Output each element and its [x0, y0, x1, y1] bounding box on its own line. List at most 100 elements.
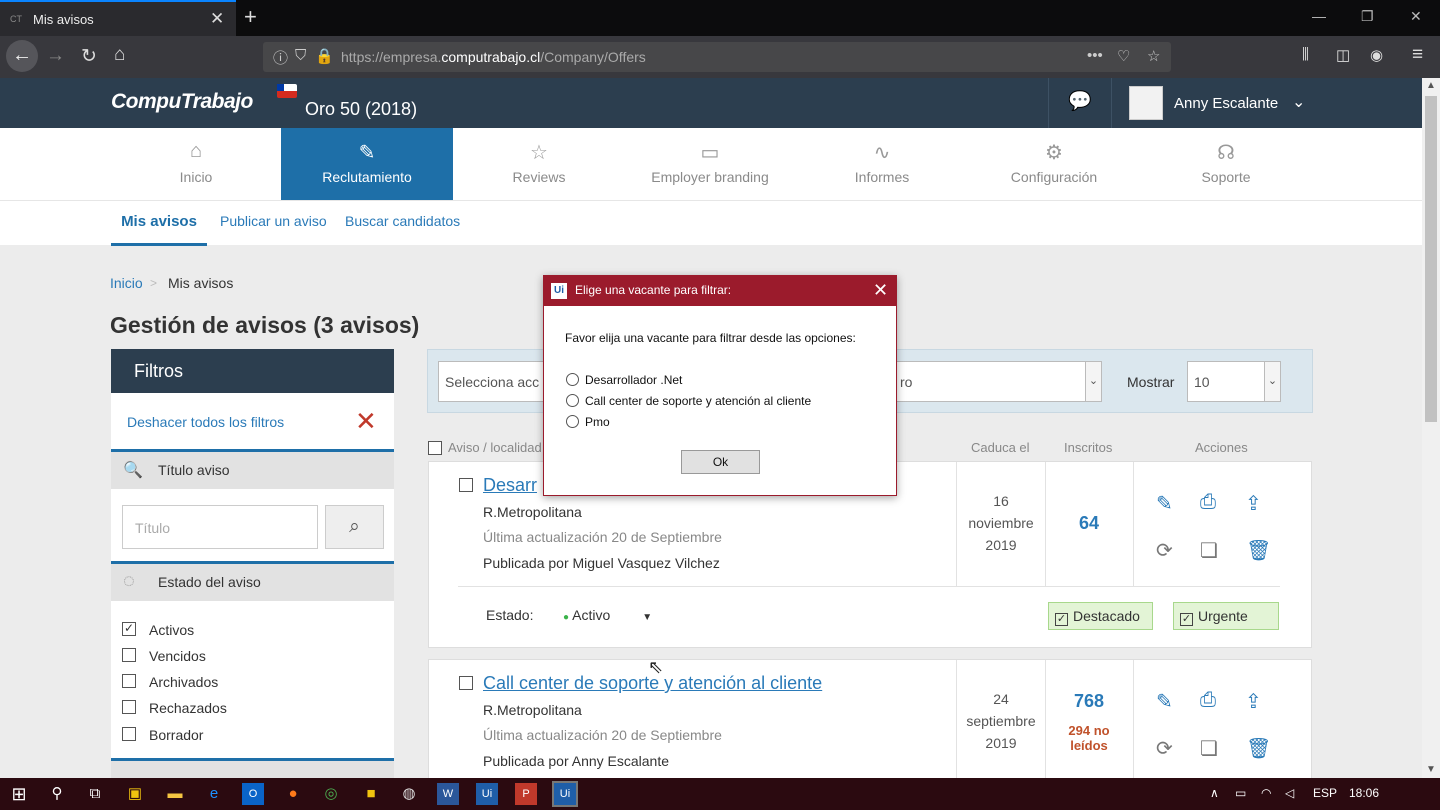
- radio-label-1[interactable]: Desarrollador .Net: [585, 373, 682, 387]
- job-applicants-count[interactable]: 64: [1045, 513, 1133, 534]
- new-tab-icon[interactable]: +: [244, 4, 257, 30]
- store-icon[interactable]: ▣: [124, 783, 146, 805]
- back-icon[interactable]: ←: [6, 40, 38, 72]
- user-name[interactable]: Anny Escalante: [1174, 95, 1278, 112]
- radio-label-3[interactable]: Pmo: [585, 415, 610, 429]
- chevron-down-icon[interactable]: ⌄: [1292, 92, 1305, 112]
- breadcrumb-home[interactable]: Inicio: [110, 275, 143, 291]
- nav-employer-branding[interactable]: ▭ Employer branding: [624, 128, 796, 200]
- chrome-icon[interactable]: ◎: [320, 783, 342, 805]
- restore-icon[interactable]: ❐: [1361, 8, 1374, 25]
- logo[interactable]: CompuTrabajo: [111, 90, 253, 114]
- minimize-icon[interactable]: —: [1312, 8, 1326, 24]
- shield-icon[interactable]: ⛉: [295, 47, 306, 64]
- filter-section-next[interactable]: [111, 761, 394, 778]
- home-browser-icon[interactable]: ⌂: [114, 44, 125, 66]
- volume-icon[interactable]: ◁: [1285, 786, 1294, 800]
- nav-configuracion[interactable]: ⚙ Configuración: [968, 128, 1140, 200]
- sidebar-icon[interactable]: ◫: [1336, 46, 1350, 64]
- avatar[interactable]: [1129, 86, 1163, 120]
- firefox-icon[interactable]: ●: [282, 783, 304, 805]
- radio-option-2[interactable]: [566, 394, 579, 407]
- nav-reclutamiento[interactable]: ✎ Reclutamiento: [281, 128, 453, 200]
- language-indicator[interactable]: ESP: [1313, 786, 1337, 800]
- subnav-publicar[interactable]: Publicar un aviso: [220, 213, 327, 229]
- trash-icon[interactable]: 🗑: [1246, 736, 1271, 761]
- subnav-mis-avisos[interactable]: Mis avisos: [111, 213, 207, 246]
- share-icon[interactable]: ⇪: [1245, 491, 1262, 516]
- titulo-input[interactable]: Título: [122, 505, 318, 549]
- task-view-icon[interactable]: ⧉: [84, 783, 106, 805]
- word-icon[interactable]: W: [437, 783, 459, 805]
- browser-tab[interactable]: CT Mis avisos ✕: [0, 0, 236, 36]
- trash-icon[interactable]: 🗑: [1246, 538, 1271, 563]
- tray-chevron-icon[interactable]: ∧: [1210, 786, 1219, 800]
- library-icon[interactable]: ⫼: [1302, 46, 1309, 63]
- menu-icon[interactable]: ≡: [1412, 44, 1423, 66]
- radio-label-2[interactable]: Call center de soporte y atención al cli…: [585, 394, 811, 408]
- subnav-buscar[interactable]: Buscar candidatos: [345, 213, 460, 229]
- search-icon[interactable]: ⚲: [46, 783, 68, 805]
- filter-section-estado[interactable]: ◌ Estado del aviso: [111, 561, 394, 601]
- select-all-checkbox[interactable]: [428, 441, 442, 455]
- battery-icon[interactable]: ▭: [1235, 786, 1246, 800]
- window-close-icon[interactable]: ✕: [1410, 8, 1422, 25]
- copy-icon[interactable]: ❏: [1200, 736, 1218, 761]
- copy-icon[interactable]: ❏: [1200, 538, 1218, 563]
- nav-reviews[interactable]: ☆ Reviews: [453, 128, 625, 200]
- scroll-down-icon[interactable]: ▼: [1426, 764, 1436, 775]
- print-icon[interactable]: ⎙: [1200, 689, 1216, 712]
- job-title-link[interactable]: Desarr: [483, 475, 537, 496]
- ok-button[interactable]: Ok: [681, 450, 760, 474]
- address-bar[interactable]: ⓘ ⛉ 🔒 https://empresa.computrabajo.cl/Co…: [263, 42, 1171, 72]
- wifi-icon[interactable]: ◠: [1261, 786, 1271, 800]
- nav-informes[interactable]: ∿ Informes: [796, 128, 968, 200]
- forward-icon[interactable]: →: [46, 45, 65, 67]
- refresh-icon[interactable]: ⟳: [1156, 736, 1173, 761]
- windows-start-icon[interactable]: ⊞: [8, 783, 30, 805]
- info-icon[interactable]: ⓘ: [273, 47, 288, 68]
- bookmark-star-icon[interactable]: ☆: [1147, 47, 1160, 65]
- edit-icon[interactable]: ✎: [1156, 689, 1173, 714]
- filter-section-titulo[interactable]: 🔍 Título aviso: [111, 449, 394, 489]
- tag-urgente[interactable]: ✓ Urgente: [1173, 602, 1279, 630]
- job-applicants-count[interactable]: 768: [1045, 691, 1133, 712]
- edit-icon[interactable]: ✎: [1156, 491, 1173, 516]
- account-icon[interactable]: ◉: [1370, 46, 1383, 64]
- checkbox-rechazados[interactable]: [122, 700, 136, 714]
- scroll-up-icon[interactable]: ▲: [1426, 80, 1436, 91]
- radio-option-3[interactable]: [566, 415, 579, 428]
- share-icon[interactable]: ⇪: [1245, 689, 1262, 714]
- nav-soporte[interactable]: ☊ Soporte: [1140, 128, 1312, 200]
- clock[interactable]: 18:06: [1349, 786, 1379, 800]
- print-icon[interactable]: ⎙: [1200, 491, 1216, 514]
- uipath-robot-icon[interactable]: Ui: [552, 781, 578, 807]
- actions-select[interactable]: Selecciona acc: [438, 361, 558, 402]
- browser-icon[interactable]: ◍: [398, 783, 420, 805]
- scrollbar-thumb[interactable]: [1425, 96, 1437, 422]
- titulo-search-button[interactable]: ⌕: [325, 505, 384, 549]
- job-checkbox[interactable]: [459, 478, 473, 492]
- more-icon[interactable]: •••: [1087, 47, 1103, 64]
- powerpoint-icon[interactable]: P: [515, 783, 537, 805]
- checkbox-borrador[interactable]: [122, 727, 136, 741]
- filter-select[interactable]: ro ⌄: [893, 361, 1102, 402]
- outlook-icon[interactable]: O: [242, 783, 264, 805]
- estado-dropdown[interactable]: ● Activo ▼: [563, 607, 652, 623]
- refresh-icon[interactable]: ⟳: [1156, 538, 1173, 563]
- checkbox-vencidos[interactable]: [122, 648, 136, 662]
- tag-destacado[interactable]: ✓ Destacado: [1048, 602, 1153, 630]
- pocket-icon[interactable]: ♡: [1117, 47, 1130, 65]
- nav-inicio[interactable]: ⌂ Inicio: [110, 128, 282, 200]
- clear-filters-icon[interactable]: ✕: [355, 406, 377, 437]
- checkbox-archivados[interactable]: [122, 674, 136, 688]
- undo-filters-link[interactable]: Deshacer todos los filtros: [127, 414, 284, 430]
- checkbox-activos[interactable]: ✓: [122, 622, 136, 636]
- uipath-studio-icon[interactable]: Ui: [476, 783, 498, 805]
- page-size-select[interactable]: 10 ⌄: [1187, 361, 1281, 402]
- file-explorer-icon[interactable]: ▬: [164, 783, 186, 805]
- close-tab-icon[interactable]: ✕: [210, 9, 224, 29]
- chat-icon[interactable]: 💬: [1048, 78, 1112, 128]
- edge-icon[interactable]: e: [203, 783, 225, 805]
- job-checkbox[interactable]: [459, 676, 473, 690]
